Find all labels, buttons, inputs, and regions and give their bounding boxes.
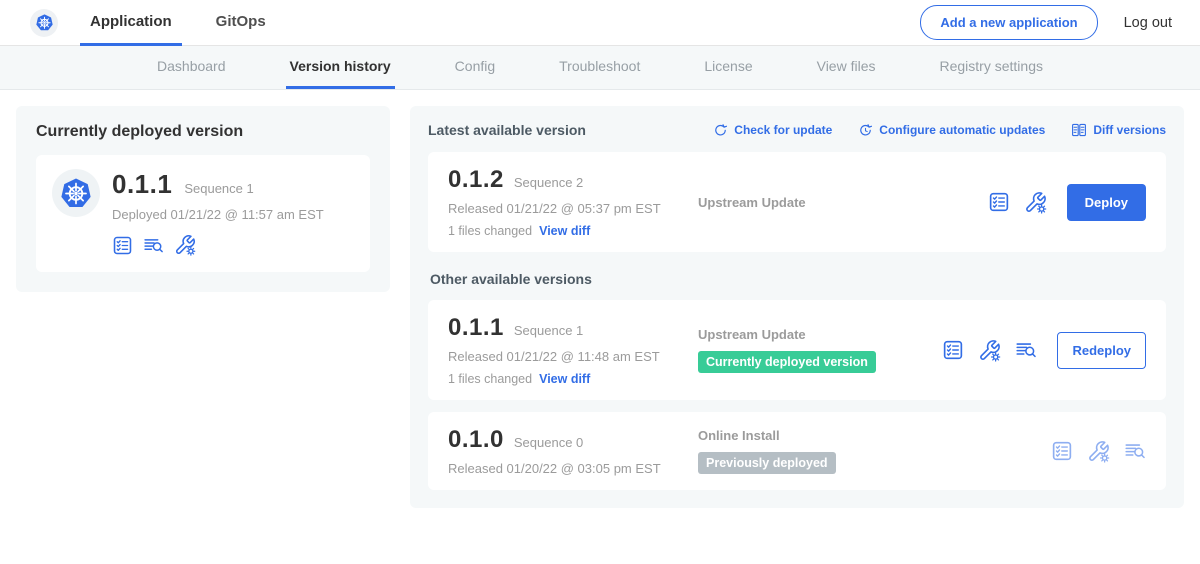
- refresh-icon: [713, 123, 728, 138]
- wrench-gear-icon[interactable]: [1024, 191, 1047, 214]
- version-number: 0.1.0: [448, 426, 504, 454]
- released-timestamp: Released 01/20/22 @ 03:05 pm EST: [448, 461, 698, 476]
- main-content: Currently deployed version 0.1.1 Sequenc…: [0, 90, 1200, 524]
- currently-deployed-card: Currently deployed version 0.1.1 Sequenc…: [16, 106, 390, 292]
- version-number: 0.1.1: [448, 314, 504, 342]
- tab-registry-settings[interactable]: Registry settings: [936, 46, 1047, 89]
- tab-version-history[interactable]: Version history: [286, 46, 395, 89]
- tab-license[interactable]: License: [700, 46, 756, 89]
- app-logo-large: [52, 169, 100, 217]
- tab-troubleshoot[interactable]: Troubleshoot: [555, 46, 644, 89]
- latest-version-section-title: Latest available version: [428, 122, 586, 138]
- version-source-label: Upstream Update: [698, 195, 978, 210]
- previously-deployed-badge: Previously deployed: [698, 452, 836, 474]
- deployed-sequence-label: Sequence 1: [184, 181, 253, 196]
- sequence-label: Sequence 2: [514, 175, 583, 190]
- tab-dashboard[interactable]: Dashboard: [153, 46, 230, 89]
- file-inspect-icon[interactable]: [1015, 339, 1037, 361]
- checklist-icon[interactable]: [112, 235, 133, 256]
- app-subnav: Dashboard Version history Config Trouble…: [0, 46, 1200, 90]
- sequence-label: Sequence 1: [514, 323, 583, 338]
- released-timestamp: Released 01/21/22 @ 05:37 pm EST: [448, 201, 698, 216]
- files-changed-label: 1 files changed: [448, 224, 532, 238]
- app-logo: [30, 9, 58, 37]
- view-diff-link[interactable]: View diff: [539, 224, 590, 238]
- configure-automatic-updates-link[interactable]: Configure automatic updates: [858, 123, 1045, 138]
- files-changed-label: 1 files changed: [448, 372, 532, 386]
- deployed-version-card: 0.1.1 Sequence 1 Deployed 01/21/22 @ 11:…: [36, 155, 370, 272]
- version-source-label: Upstream Update: [698, 327, 932, 342]
- kubernetes-logo-icon: [35, 13, 54, 32]
- version-number: 0.1.2: [448, 166, 504, 194]
- deployed-version-number: 0.1.1: [112, 169, 172, 200]
- header-tab-label: Application: [90, 13, 172, 30]
- deployed-timestamp: Deployed 01/21/22 @ 11:57 am EST: [112, 207, 324, 222]
- header-tab-label: GitOps: [216, 13, 266, 30]
- other-versions-section-title: Other available versions: [430, 271, 1166, 287]
- checklist-icon[interactable]: [988, 191, 1010, 213]
- top-header: Application GitOps Add a new application…: [0, 0, 1200, 46]
- header-tab-gitops[interactable]: GitOps: [206, 0, 276, 46]
- add-new-application-button[interactable]: Add a new application: [920, 5, 1097, 40]
- version-source-label: Online Install: [698, 428, 1041, 443]
- view-diff-link[interactable]: View diff: [539, 372, 590, 386]
- redeploy-button[interactable]: Redeploy: [1057, 332, 1146, 369]
- wrench-gear-icon[interactable]: [1087, 440, 1110, 463]
- version-row-0-1-1: 0.1.1 Sequence 1 Released 01/21/22 @ 11:…: [428, 300, 1166, 400]
- version-history-panel: Latest available version Check for updat…: [410, 106, 1184, 508]
- version-row-0-1-2: 0.1.2 Sequence 2 Released 01/21/22 @ 05:…: [428, 152, 1166, 252]
- kubernetes-logo-icon: [59, 176, 93, 210]
- header-tab-application[interactable]: Application: [80, 0, 182, 46]
- logout-button[interactable]: Log out: [1124, 15, 1172, 31]
- tab-view-files[interactable]: View files: [813, 46, 880, 89]
- version-row-0-1-0: 0.1.0 Sequence 0 Released 01/20/22 @ 03:…: [428, 412, 1166, 490]
- wrench-gear-icon[interactable]: [978, 339, 1001, 362]
- check-for-update-link[interactable]: Check for update: [713, 123, 832, 138]
- wrench-gear-icon[interactable]: [174, 234, 196, 256]
- file-inspect-icon[interactable]: [143, 235, 164, 256]
- file-inspect-icon[interactable]: [1124, 440, 1146, 462]
- auto-update-icon: [858, 123, 873, 138]
- checklist-icon[interactable]: [942, 339, 964, 361]
- deployed-version-info: 0.1.1 Sequence 1 Deployed 01/21/22 @ 11:…: [112, 169, 324, 256]
- diff-versions-link[interactable]: Diff versions: [1071, 122, 1166, 138]
- currently-deployed-badge: Currently deployed version: [698, 351, 876, 373]
- released-timestamp: Released 01/21/22 @ 11:48 am EST: [448, 349, 698, 364]
- diff-icon: [1071, 122, 1087, 138]
- tab-config[interactable]: Config: [451, 46, 499, 89]
- currently-deployed-title: Currently deployed version: [36, 123, 370, 141]
- checklist-icon[interactable]: [1051, 440, 1073, 462]
- deploy-button[interactable]: Deploy: [1067, 184, 1146, 221]
- sequence-label: Sequence 0: [514, 435, 583, 450]
